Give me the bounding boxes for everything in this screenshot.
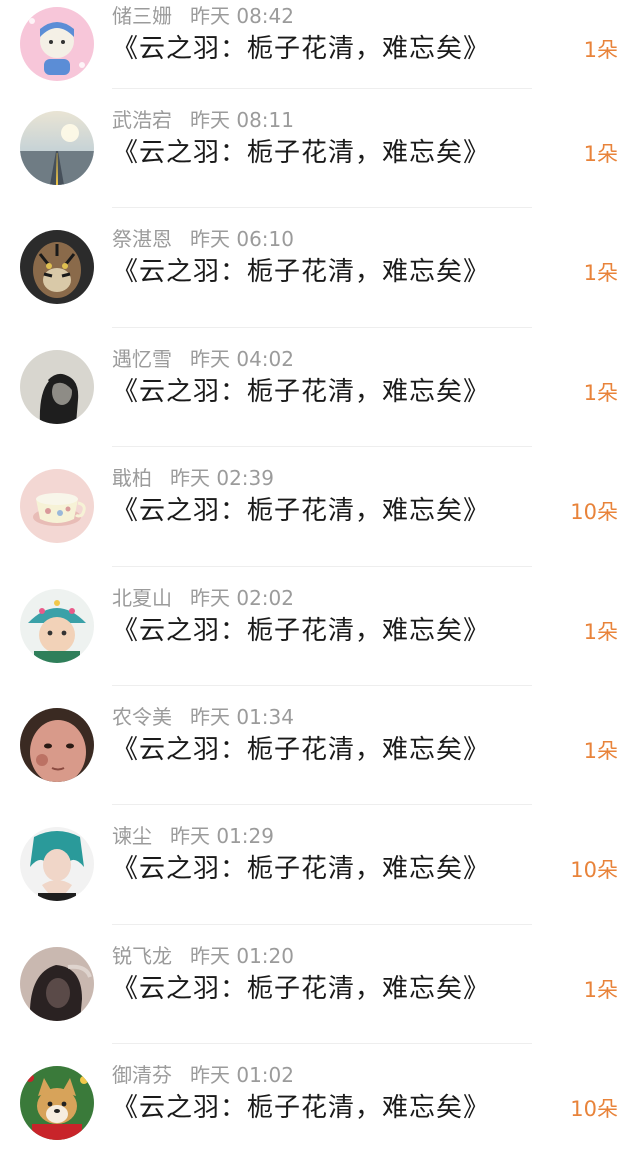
sent-time: 昨天 06:10 xyxy=(190,227,294,252)
gift-title[interactable]: 《云之羽：栀子花清，难忘矣》 xyxy=(112,1091,490,1125)
sender-meta: 御清芬 昨天 01:02 xyxy=(112,1062,294,1088)
avatar[interactable] xyxy=(20,946,94,1021)
list-item[interactable]: 北夏山 昨天 02:02 《云之羽：栀子花清，难忘矣》 1朵 xyxy=(0,567,640,686)
sender-meta: 锐飞龙 昨天 01:20 xyxy=(112,943,294,969)
avatar-child-hat-icon xyxy=(20,588,94,663)
list-item[interactable]: 武浩宕 昨天 08:11 《云之羽：栀子花清，难忘矣》 1朵 xyxy=(0,89,640,209)
flower-count: 1朵 xyxy=(583,142,618,166)
avatar-face-closeup-icon xyxy=(20,707,94,782)
flower-count: 1朵 xyxy=(583,738,618,763)
flower-count: 1朵 xyxy=(583,261,618,286)
list-item[interactable]: 谏尘 昨天 01:29 《云之羽：栀子花清，难忘矣》 10朵 xyxy=(0,805,640,925)
avatar[interactable] xyxy=(20,588,94,663)
avatar-road-landscape-icon xyxy=(20,111,94,185)
avatar-heart-hands-icon xyxy=(20,827,94,902)
avatar[interactable] xyxy=(20,707,94,782)
sender-name[interactable]: 御清芬 xyxy=(112,1063,172,1087)
flower-count: 1朵 xyxy=(583,619,618,644)
avatar[interactable] xyxy=(20,349,94,424)
avatar-dim-portrait-icon xyxy=(20,946,94,1021)
sender-meta: 储三姗 昨天 08:42 xyxy=(112,3,294,29)
avatar-cartoon-icon xyxy=(20,7,94,81)
list-item[interactable]: 农令美 昨天 01:34 《云之羽：栀子花清，难忘矣》 1朵 xyxy=(0,686,640,806)
gift-title[interactable]: 《云之羽：栀子花清，难忘矣》 xyxy=(112,733,490,767)
gift-title[interactable]: 《云之羽：栀子花清，难忘矣》 xyxy=(112,375,490,409)
sender-name[interactable]: 农令美 xyxy=(112,705,172,729)
sender-meta: 遇忆雪 昨天 04:02 xyxy=(112,346,294,372)
avatar-dark-portrait-icon xyxy=(20,349,94,424)
gift-title[interactable]: 《云之羽：栀子花清，难忘矣》 xyxy=(112,494,490,528)
avatar-tiger-icon xyxy=(20,230,94,305)
sent-time: 昨天 01:02 xyxy=(190,1063,294,1088)
avatar[interactable] xyxy=(20,1066,94,1141)
sender-name[interactable]: 储三姗 xyxy=(112,4,172,28)
list-item[interactable]: 遇忆雪 昨天 04:02 《云之羽：栀子花清，难忘矣》 1朵 xyxy=(0,328,640,448)
sender-name[interactable]: 谏尘 xyxy=(112,824,152,848)
sent-time: 昨天 04:02 xyxy=(190,346,294,371)
sent-time: 昨天 01:29 xyxy=(170,824,274,849)
avatar-shiba-dog-icon xyxy=(20,1066,94,1141)
sender-name[interactable]: 武浩宕 xyxy=(112,108,172,132)
sender-meta: 祭湛恩 昨天 06:10 xyxy=(112,226,294,252)
avatar[interactable] xyxy=(20,469,94,544)
avatar[interactable] xyxy=(20,111,94,185)
list-item[interactable]: 御清芬 昨天 01:02 《云之羽：栀子花清，难忘矣》 10朵 xyxy=(0,1044,640,1163)
sender-meta: 武浩宕 昨天 08:11 xyxy=(112,107,294,133)
sent-time: 昨天 02:02 xyxy=(190,585,294,610)
sender-meta: 谏尘 昨天 01:29 xyxy=(112,823,274,849)
flower-count: 1朵 xyxy=(583,977,618,1002)
flower-count: 10朵 xyxy=(570,1097,618,1122)
sent-time: 昨天 08:11 xyxy=(190,108,294,132)
gift-title[interactable]: 《云之羽：栀子花清，难忘矣》 xyxy=(112,972,490,1006)
flower-count: 10朵 xyxy=(570,858,618,883)
flower-count: 1朵 xyxy=(583,380,618,405)
avatar-teacup-icon xyxy=(20,469,94,544)
list-item[interactable]: 戢柏 昨天 02:39 《云之羽：栀子花清，难忘矣》 10朵 xyxy=(0,447,640,567)
sender-name[interactable]: 遇忆雪 xyxy=(112,347,172,371)
gift-title[interactable]: 《云之羽：栀子花清，难忘矣》 xyxy=(112,614,490,648)
sent-time: 昨天 08:42 xyxy=(190,4,294,28)
avatar[interactable] xyxy=(20,7,94,81)
list-item[interactable]: 储三姗 昨天 08:42 《云之羽：栀子花清，难忘矣》 1朵 xyxy=(0,0,640,89)
sender-name[interactable]: 戢柏 xyxy=(112,466,152,490)
avatar[interactable] xyxy=(20,827,94,902)
gift-title[interactable]: 《云之羽：栀子花清，难忘矣》 xyxy=(112,136,490,170)
gift-title[interactable]: 《云之羽：栀子花清，难忘矣》 xyxy=(112,32,490,66)
gift-list: 储三姗 昨天 08:42 《云之羽：栀子花清，难忘矣》 1朵 武浩宕 昨天 08:1… xyxy=(0,0,640,1146)
gift-title[interactable]: 《云之羽：栀子花清，难忘矣》 xyxy=(112,852,490,886)
sender-meta: 戢柏 昨天 02:39 xyxy=(112,465,274,491)
sender-meta: 农令美 昨天 01:34 xyxy=(112,704,294,730)
list-item[interactable]: 祭湛恩 昨天 06:10 《云之羽：栀子花清，难忘矣》 1朵 xyxy=(0,208,640,328)
sender-name[interactable]: 锐飞龙 xyxy=(112,944,172,968)
flower-count: 10朵 xyxy=(570,500,618,525)
list-item[interactable]: 锐飞龙 昨天 01:20 《云之羽：栀子花清，难忘矣》 1朵 xyxy=(0,925,640,1045)
avatar[interactable] xyxy=(20,230,94,305)
flower-count: 1朵 xyxy=(583,38,618,62)
sender-meta: 北夏山 昨天 02:02 xyxy=(112,585,294,611)
sent-time: 昨天 01:20 xyxy=(190,943,294,968)
gift-title[interactable]: 《云之羽：栀子花清，难忘矣》 xyxy=(112,255,490,289)
sender-name[interactable]: 祭湛恩 xyxy=(112,227,172,251)
sent-time: 昨天 01:34 xyxy=(190,704,294,729)
sender-name[interactable]: 北夏山 xyxy=(112,586,172,610)
sent-time: 昨天 02:39 xyxy=(170,466,274,491)
